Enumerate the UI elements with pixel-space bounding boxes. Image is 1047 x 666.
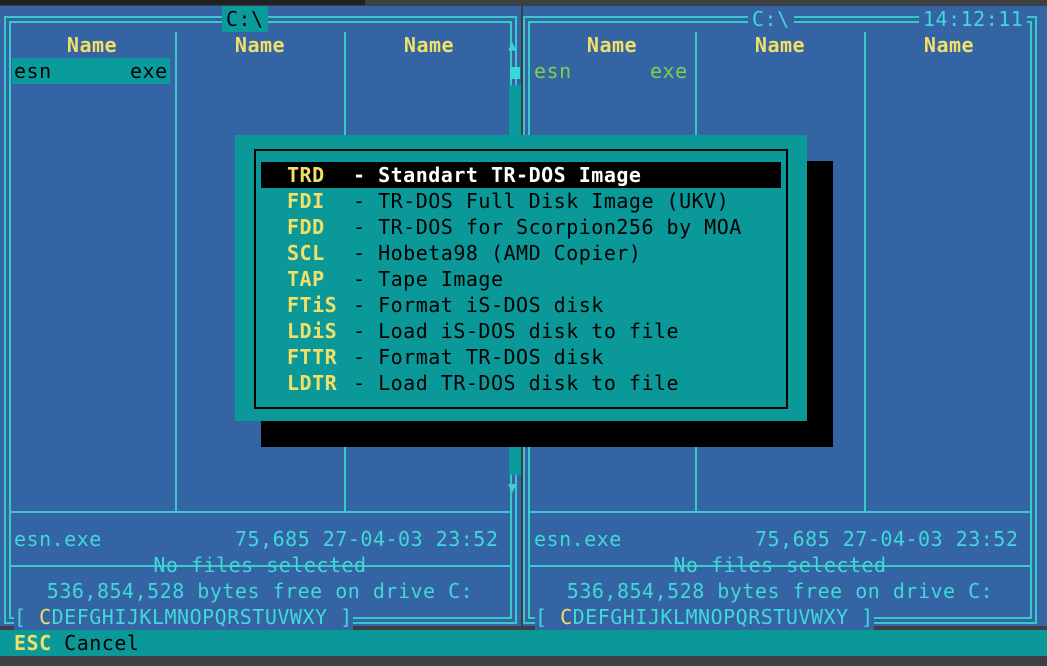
dialog-option-ldis[interactable]: LDiS - Load iS-DOS disk to file [261,318,781,344]
right-free-space: 536,854,528 bytes free on drive C: [566,579,994,603]
option-description: - Load TR-DOS disk to file [353,371,680,395]
right-column-header-1[interactable]: Name [531,32,693,58]
right-file-ext: exe [650,59,688,83]
right-selected-status: No files selected [673,553,887,577]
scroll-down-arrow-icon[interactable]: ▼ [508,481,517,495]
option-description: - TR-DOS for Scorpion256 by MOA [353,215,742,239]
scroll-thumb[interactable] [510,67,520,79]
right-column-divider-2 [864,32,866,513]
right-drive-bar-open: [ [535,605,561,629]
key-bar: ESC Cancel [0,630,1047,656]
option-description: - TR-DOS Full Disk Image (UKV) [353,189,730,213]
option-code: SCL [287,241,325,265]
left-info-separator [9,511,512,513]
right-drive-current[interactable]: C [560,605,573,629]
option-description: - Format iS-DOS disk [353,293,604,317]
option-code: TRD [287,163,325,187]
scroll-up-arrow-icon[interactable]: ▲ [508,39,517,53]
bottom-edge [0,656,1047,666]
left-drive-current[interactable]: C [39,605,52,629]
dialog-option-ftis[interactable]: FTiS - Format iS-DOS disk [261,292,781,318]
dialog-option-fttr[interactable]: FTTR - Format TR-DOS disk [261,344,781,370]
left-file-ext: exe [130,59,168,83]
dialog-option-ldtr[interactable]: LDTR - Load TR-DOS disk to file [261,370,781,396]
option-description: - Hobeta98 (AMD Copier) [353,241,642,265]
dialog-option-tap[interactable]: TAP - Tape Image [261,266,781,292]
key-name: ESC [14,631,52,655]
top-strip [0,0,365,5]
left-column-divider-1 [175,32,177,513]
dialog-option-trd[interactable]: TRD - Standart TR-DOS Image [261,162,781,188]
right-info-separator [528,511,1032,513]
left-column-header-2[interactable]: Name [178,32,342,58]
option-code: FDI [287,189,325,213]
dialog-option-fdd[interactable]: FDD - TR-DOS for Scorpion256 by MOA [261,214,781,240]
left-column-header-1[interactable]: Name [12,32,172,58]
dialog-option-fdi[interactable]: FDI - TR-DOS Full Disk Image (UKV) [261,188,781,214]
right-column-header-3[interactable]: Name [867,32,1031,58]
option-code: LDiS [287,319,338,343]
left-drive-list[interactable]: DEFGHIJKLMNOPQRSTUVWXY ] [52,605,353,629]
option-code: TAP [287,267,325,291]
left-file-row[interactable]: esn exe [12,58,170,84]
option-code: LDTR [287,371,338,395]
left-info-details: 75,685 27-04-03 23:52 [235,527,499,551]
left-drive-bar-open: [ [14,605,40,629]
option-description: - Standart TR-DOS Image [353,163,642,187]
dialog-option-scl[interactable]: SCL - Hobeta98 (AMD Copier) [261,240,781,266]
right-file-row[interactable]: esn exe [532,58,692,84]
option-description: - Load iS-DOS disk to file [353,319,680,343]
esc-cancel-key[interactable]: ESC Cancel [14,630,139,656]
left-path-label[interactable]: C:\ [222,6,268,32]
left-file-name: esn [14,59,52,83]
option-description: - Tape Image [353,267,504,291]
right-column-header-2[interactable]: Name [698,32,862,58]
left-column-header-3[interactable]: Name [347,32,511,58]
right-drive-bar[interactable]: [ CDEFGHIJKLMNOPQRSTUVWXY ] [535,604,874,630]
left-info-filename: esn.exe [14,527,102,551]
left-free-space: 536,854,528 bytes free on drive C: [46,579,474,603]
clock: 14:12:11 [919,6,1028,32]
right-drive-list[interactable]: DEFGHIJKLMNOPQRSTUVWXY ] [573,605,874,629]
key-label: Cancel [64,631,140,655]
right-file-name: esn [534,59,572,83]
right-info-filename: esn.exe [534,527,622,551]
image-type-dialog[interactable]: TRD - Standart TR-DOS Image FDI - TR-DOS… [235,135,807,421]
option-description: - Format TR-DOS disk [353,345,604,369]
option-code: FTTR [287,345,338,369]
option-code: FDD [287,215,325,239]
option-code: FTiS [287,293,338,317]
left-drive-bar[interactable]: [ CDEFGHIJKLMNOPQRSTUVWXY ] [14,604,353,630]
right-info-details: 75,685 27-04-03 23:52 [755,527,1019,551]
left-selected-status: No files selected [153,553,367,577]
right-path-label[interactable]: C:\ [748,6,794,32]
